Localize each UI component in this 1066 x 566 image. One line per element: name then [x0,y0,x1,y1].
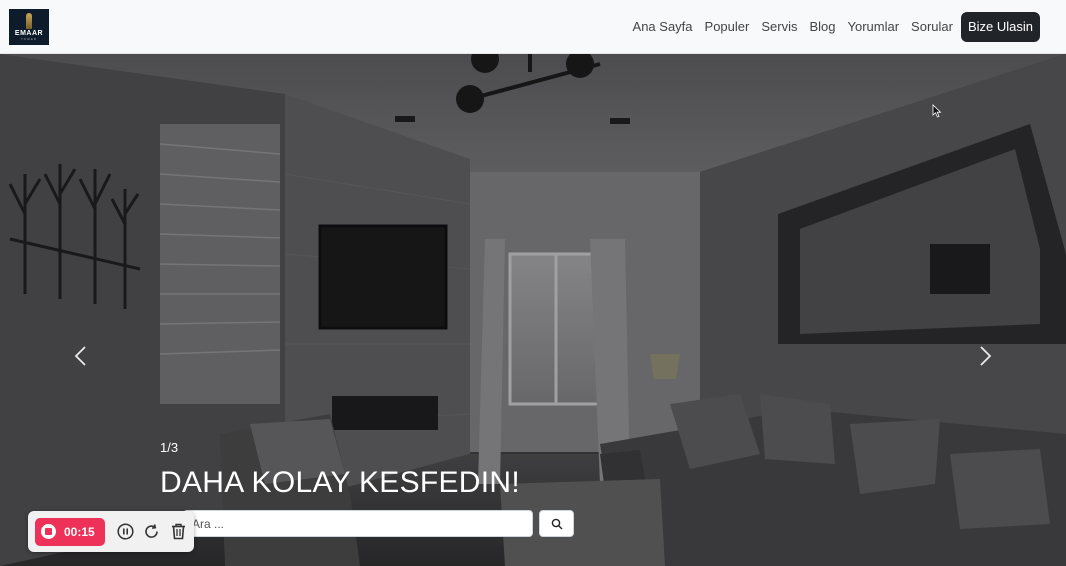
carousel-next-button[interactable] [974,344,998,368]
restart-icon [145,524,159,538]
chevron-right-icon [980,346,992,366]
nav-link-servis[interactable]: Servis [755,19,803,34]
nav-links: Ana Sayfa Populer Servis Blog Yorumlar S… [627,11,1040,42]
restart-button[interactable] [143,523,161,541]
chevron-left-icon [74,346,86,366]
contact-us-button[interactable]: Bize Ulasin [960,11,1040,42]
navbar: EMAAR TOWER Ana Sayfa Populer Servis Blo… [0,0,1066,54]
nav-link-yorumlar[interactable]: Yorumlar [842,19,906,34]
search-icon [551,518,562,529]
stop-recording-button[interactable]: 00:15 [35,517,106,546]
nav-link-populer[interactable]: Populer [699,19,756,34]
trash-icon [171,523,185,540]
stop-icon [41,524,56,539]
nav-link-sorular[interactable]: Sorular [905,19,959,34]
brand-logo[interactable]: EMAAR TOWER [9,8,49,45]
delete-recording-button[interactable] [169,523,187,541]
hero-title: DAHA KOLAY KESFEDIN! [160,466,521,499]
nav-link-blog[interactable]: Blog [803,19,841,34]
carousel-prev-button[interactable] [68,344,92,368]
pause-button[interactable] [116,523,134,541]
recording-timer: 00:15 [64,524,95,539]
nav-link-ana-sayfa[interactable]: Ana Sayfa [627,19,699,34]
logo-subtext: TOWER [20,36,38,41]
pause-icon [117,523,134,540]
logo-mark-icon [26,12,32,29]
mouse-cursor-icon [932,104,942,118]
slide-counter: 1/3 [160,440,179,455]
search-input[interactable] [183,510,533,537]
logo-text: EMAAR [14,29,44,37]
hero-carousel: 1/3 DAHA KOLAY KESFEDIN! [0,54,1066,566]
search-button[interactable] [539,510,574,537]
screen-recorder-toolbar: 00:15 [28,511,194,552]
